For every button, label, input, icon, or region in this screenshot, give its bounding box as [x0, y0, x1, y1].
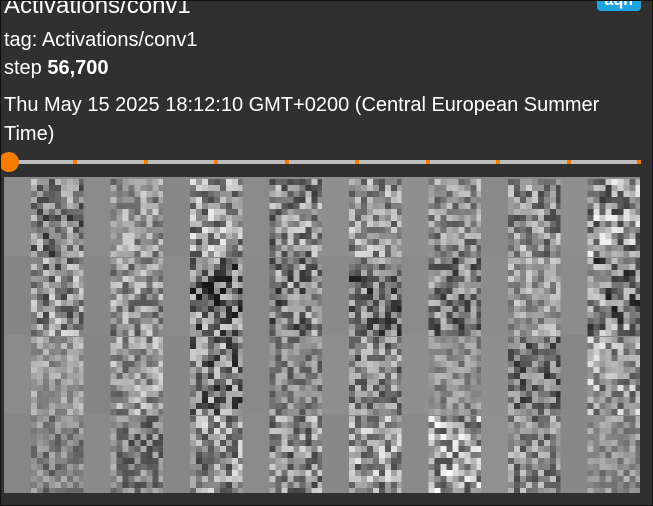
card-title: Activations/conv1 [4, 0, 191, 19]
activation-tile [269, 258, 324, 336]
step-line: step 56,700 [4, 56, 109, 80]
tag-value: Activations/conv1 [41, 29, 198, 51]
activation-strip [4, 414, 32, 493]
slider-track[interactable] [1, 160, 639, 164]
activation-tile [31, 258, 85, 336]
activation-strip [163, 177, 191, 256]
activation-tile [508, 179, 562, 257]
slider-tick [426, 160, 430, 164]
activation-tile [269, 337, 324, 415]
activation-strip [83, 177, 111, 256]
activation-tile [190, 258, 244, 336]
activation-strip [481, 335, 509, 414]
activation-strip [163, 256, 191, 335]
activation-strip [83, 414, 111, 493]
activation-tile [587, 179, 640, 257]
activation-strip [163, 335, 191, 414]
activation-tile [110, 258, 165, 336]
activation-tile [31, 179, 85, 257]
activation-strip [242, 256, 270, 335]
activation-tile [349, 258, 403, 336]
activation-strip [322, 335, 350, 414]
tag-label: tag: [4, 29, 38, 51]
activation-tile [110, 179, 165, 257]
activation-tile [508, 337, 562, 415]
activation-tile [428, 337, 483, 415]
activation-strip [560, 256, 588, 335]
activation-tile [508, 258, 562, 336]
activation-strip [322, 177, 350, 256]
activation-tile [110, 416, 165, 493]
activation-grid-image [4, 177, 640, 493]
activation-strip [83, 335, 111, 414]
activation-strip [481, 256, 509, 335]
slider-tick [496, 160, 500, 164]
activation-strip [4, 177, 32, 256]
activation-strip [481, 177, 509, 256]
activation-strip [401, 256, 429, 335]
activation-tile [587, 416, 640, 493]
slider-tick [355, 160, 359, 164]
activation-strip [242, 335, 270, 414]
activation-image [4, 177, 640, 493]
activation-strip [322, 414, 350, 493]
activation-tile [428, 179, 483, 257]
activation-tile [349, 179, 403, 257]
slider-tick [637, 160, 641, 164]
activation-tile [31, 337, 85, 415]
activation-strip [560, 335, 588, 414]
slider-tick [214, 160, 218, 164]
activation-tile [190, 337, 244, 415]
activation-strip [242, 414, 270, 493]
activation-tile [587, 258, 640, 336]
run-badge[interactable]: aqh [596, 1, 641, 11]
step-value: 56,700 [47, 57, 109, 79]
slider-thumb[interactable] [1, 152, 19, 172]
activation-strip [4, 256, 32, 335]
activation-strip [560, 177, 588, 256]
slider-tick [144, 160, 148, 164]
step-label: step [4, 57, 42, 79]
slider-tick [567, 160, 571, 164]
tag-line: tag: Activations/conv1 [4, 28, 197, 52]
image-card: Activations/conv1 aqh tag: Activations/c… [0, 0, 653, 506]
activation-tile [349, 416, 403, 493]
activation-tile [31, 416, 85, 493]
activation-tile [587, 337, 640, 415]
activation-strip [401, 335, 429, 414]
step-slider[interactable] [1, 151, 641, 173]
activation-strip [83, 256, 111, 335]
activation-tile [269, 179, 324, 257]
slider-tick [285, 160, 289, 164]
activation-strip [163, 414, 191, 493]
activation-strip [322, 256, 350, 335]
activation-tile [190, 179, 244, 257]
activation-tile [190, 416, 244, 493]
activation-strip [401, 177, 429, 256]
activation-tile [508, 416, 562, 493]
activation-tile [428, 258, 483, 336]
timestamp: Thu May 15 2025 18:12:10 GMT+0200 (Centr… [4, 94, 600, 145]
activation-tile [428, 416, 483, 493]
activation-strip [401, 414, 429, 493]
activation-tile [349, 337, 403, 415]
activation-strip [481, 414, 509, 493]
activation-tile [110, 337, 165, 415]
slider-tick [73, 160, 77, 164]
activation-tile [269, 416, 324, 493]
activation-strip [560, 414, 588, 493]
activation-strip [4, 335, 32, 414]
activation-strip [242, 177, 270, 256]
